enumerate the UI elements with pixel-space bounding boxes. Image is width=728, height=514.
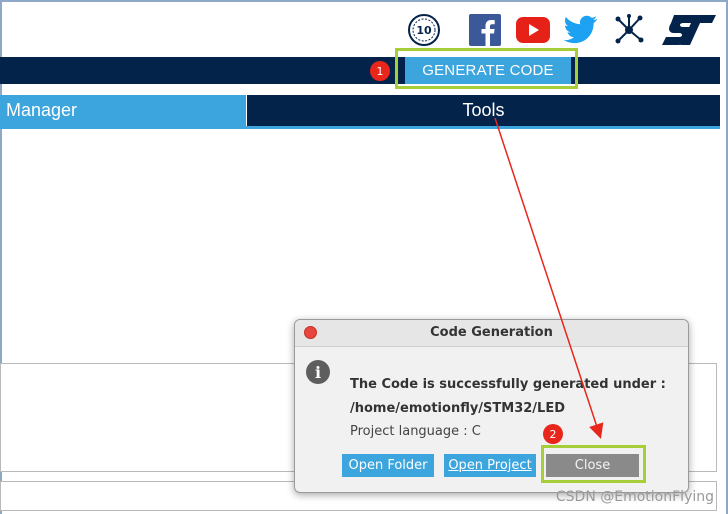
tab-tools[interactable]: Tools	[247, 95, 720, 126]
youtube-icon[interactable]	[515, 12, 551, 48]
tab-underline	[0, 126, 720, 129]
window-top-border	[0, 0, 728, 2]
ten-years-badge-text: 10	[416, 24, 432, 37]
dialog-output-path: /home/emotionfly/STM32/LED	[350, 401, 566, 416]
open-project-button[interactable]: Open Project	[444, 454, 536, 477]
close-button-highlight	[541, 445, 646, 483]
dialog-close-icon[interactable]	[304, 326, 317, 339]
twitter-icon[interactable]	[563, 12, 599, 48]
ten-years-badge-icon[interactable]: 10	[406, 12, 442, 48]
open-folder-button[interactable]: Open Folder	[342, 454, 434, 477]
tab-project-manager[interactable]: Manager	[0, 95, 246, 126]
generate-code-button[interactable]: GENERATE CODE	[405, 57, 571, 84]
step-2-marker: 2	[543, 424, 563, 444]
facebook-icon[interactable]	[467, 12, 503, 48]
dialog-message: The Code is successfully generated under…	[350, 377, 666, 392]
dialog-project-language: Project language : C	[350, 424, 481, 439]
network-share-icon[interactable]	[611, 12, 647, 48]
st-logo-icon[interactable]	[660, 12, 718, 48]
action-bar	[0, 57, 720, 84]
step-1-marker: 1	[370, 61, 390, 81]
dialog-title: Code Generation	[430, 325, 553, 340]
watermark-text: CSDN @EmotionFlying	[555, 489, 714, 505]
info-icon: i	[306, 360, 330, 384]
